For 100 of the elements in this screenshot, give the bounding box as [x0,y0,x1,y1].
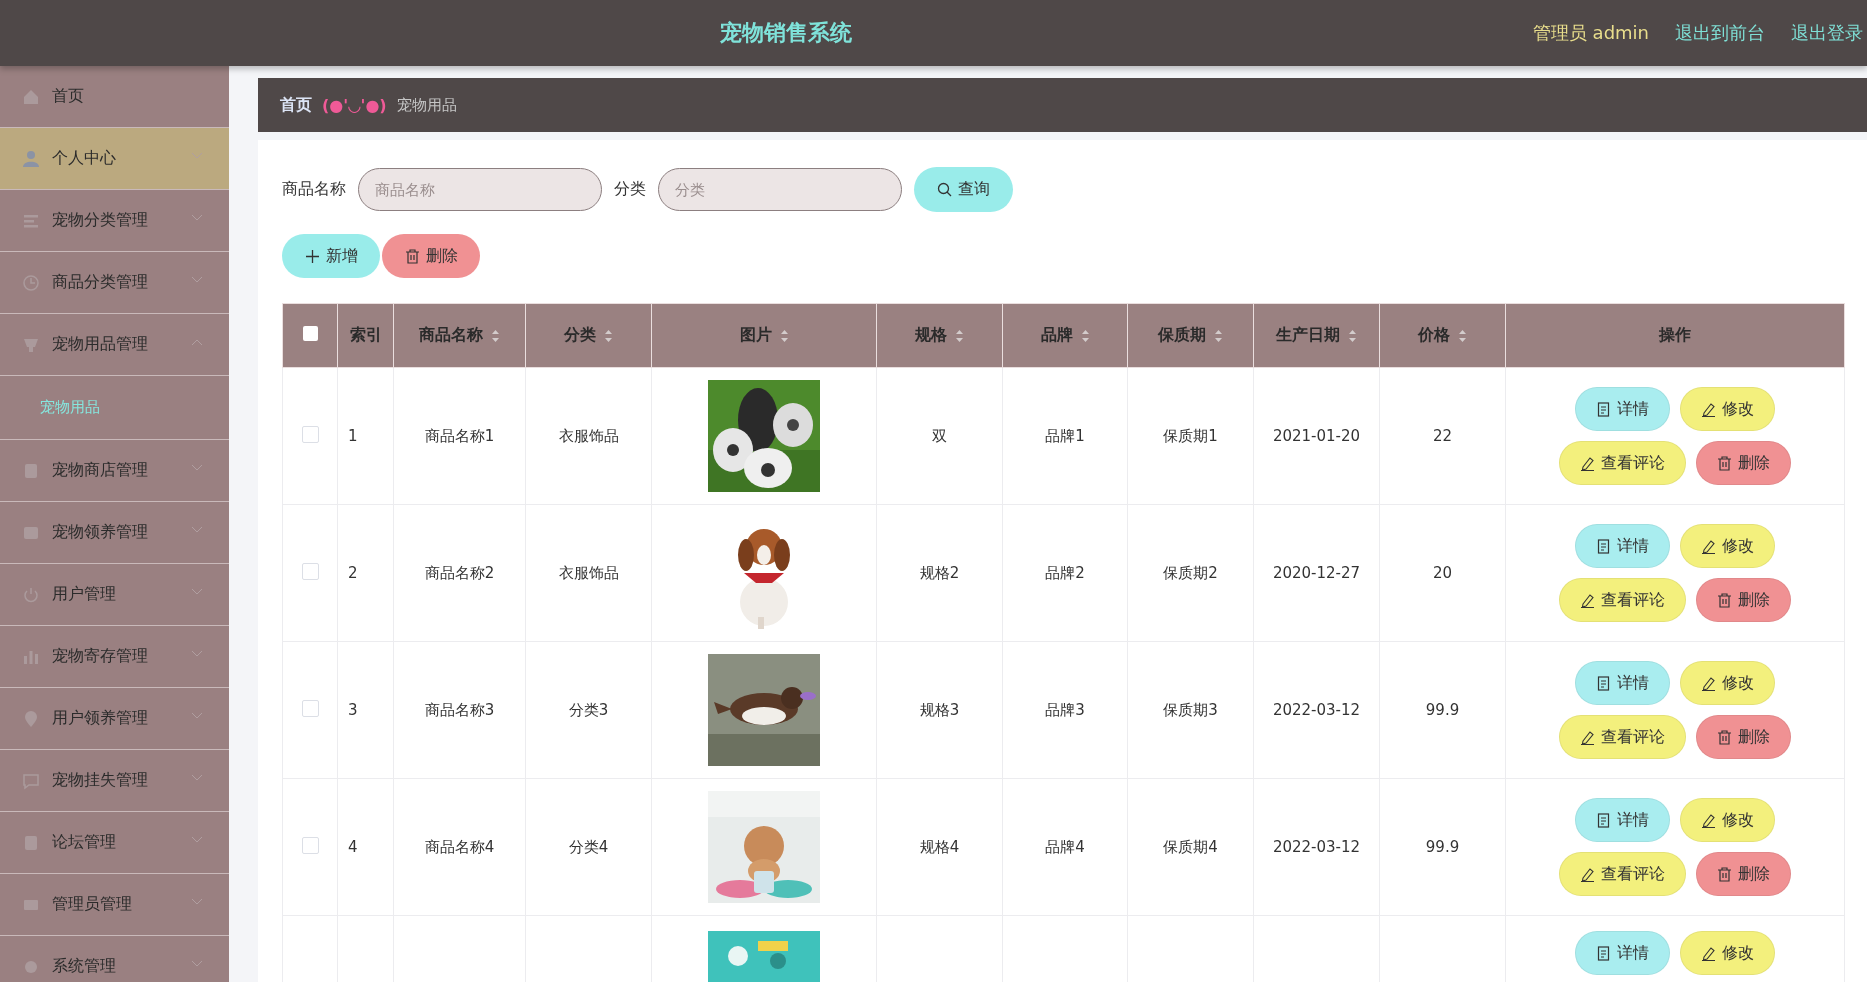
column-header[interactable]: 保质期 [1127,303,1254,368]
header-link[interactable]: 退出登录 [1791,21,1863,45]
table-cell: 商品名称4 [393,778,526,916]
column-header[interactable]: 价格 [1379,303,1506,368]
sort-icon [1348,327,1357,344]
sidebar-item[interactable]: 宠物领养管理 [0,502,229,564]
table-cell: 商品名称1 [393,367,526,505]
row-checkbox[interactable] [301,836,319,854]
row-checkbox[interactable] [301,562,319,580]
search-field[interactable]: 分类 [658,168,902,211]
table-cell: 22 [1379,367,1506,505]
search-button[interactable]: 查询 [914,167,1013,212]
field-label: 商品名称 [282,179,346,200]
header-link[interactable]: 退出到前台 [1675,21,1765,45]
sidebar-item[interactable]: 用户领养管理 [0,688,229,750]
field-label: 分类 [614,179,646,200]
sidebar-item[interactable]: 宠物商店管理 [0,440,229,502]
chevron-icon [191,898,203,906]
sidebar-item[interactable]: 首页 [0,66,229,128]
sidebar-label: 论坛管理 [52,832,116,853]
detail-button[interactable]: 详情 [1575,524,1670,568]
table-cell: 衣服饰品 [525,367,652,505]
table-cell: 2022-03-12 [1253,641,1380,779]
table-cell: 1 [337,367,394,505]
column-header[interactable]: 品牌 [1002,303,1128,368]
table-cell: 20 [1379,504,1506,642]
row-checkbox[interactable] [301,699,319,717]
select-all-checkbox[interactable] [302,326,318,341]
column-header[interactable]: 规格 [876,303,1003,368]
sidebar-item[interactable]: 宠物用品管理 [0,314,229,376]
comment-button[interactable]: 查看评论 [1559,852,1686,896]
detail-button[interactable]: 详情 [1575,798,1670,842]
table-cell: 分类4 [525,778,652,916]
edit-button[interactable]: 修改 [1680,661,1775,705]
column-header[interactable]: 分类 [525,303,652,368]
chevron-icon [191,836,203,844]
comment-button[interactable]: 查看评论 [1559,715,1686,759]
chevron-icon [191,650,203,658]
edit-button[interactable]: 修改 [1680,387,1775,431]
sidebar-label: 商品分类管理 [52,272,148,293]
search-field[interactable]: 商品名称 [358,168,602,211]
sidebar-item[interactable]: 个人中心 [0,128,229,190]
table-cell: 2022-03-12 [1253,778,1380,916]
column-header[interactable]: 商品名称 [393,303,526,368]
column-header: 操作 [1505,303,1845,368]
table-cell: 分类3 [525,641,652,779]
delete-button[interactable]: 删除 [1696,578,1791,622]
pencil-icon [1580,729,1595,745]
delete-button[interactable]: 删除 [1696,441,1791,485]
pencil-icon [1701,401,1716,417]
sidebar-item[interactable]: 宠物分类管理 [0,190,229,252]
sidebar-label: 宠物商店管理 [52,460,148,481]
sidebar-item[interactable]: 论坛管理 [0,812,229,874]
sidebar-label: 管理员管理 [52,894,132,915]
detail-button[interactable]: 详情 [1575,387,1670,431]
delete-button[interactable]: 删除 [382,234,480,278]
table-cell: 保质期4 [1127,778,1254,916]
delete-button[interactable]: 删除 [1696,715,1791,759]
table-cell: 99.9 [1379,778,1506,916]
breadcrumb-current: 宠物用品 [396,95,457,115]
table-cell: 商品名称3 [393,641,526,779]
power-icon [22,585,40,604]
table-cell: 保质期2 [1127,504,1254,642]
table-cell: 衣服饰品 [525,504,652,642]
edit-button[interactable]: 修改 [1680,524,1775,568]
sidebar-label: 宠物分类管理 [52,210,148,231]
comment-button[interactable]: 查看评论 [1559,441,1686,485]
chevron-icon [191,774,203,782]
sort-icon [1458,327,1467,344]
sidebar-item[interactable]: 管理员管理 [0,874,229,936]
table-cell: 品牌1 [1002,367,1128,505]
sidebar-item[interactable]: 系统管理 [0,936,229,982]
sort-icon [779,327,789,344]
row-checkbox[interactable] [301,425,319,443]
delete-button[interactable]: 删除 [1696,852,1791,896]
table-cell: 99.9 [1379,641,1506,779]
sidebar-label: 宠物挂失管理 [52,770,148,791]
pencil-icon [1580,866,1595,882]
column-header[interactable]: 生产日期 [1253,303,1380,368]
edit-button[interactable]: 修改 [1680,931,1775,975]
sidebar-item[interactable]: 宠物挂失管理 [0,750,229,812]
sidebar-item[interactable]: 用户管理 [0,564,229,626]
sort-icon [1080,327,1090,344]
detail-button[interactable]: 详情 [1575,661,1670,705]
home-icon [22,87,40,106]
comment-button[interactable]: 查看评论 [1559,578,1686,622]
detail-button[interactable]: 详情 [1575,931,1670,975]
breadcrumb-link[interactable]: 首页 [280,94,312,116]
chevron-icon [191,338,203,346]
sidebar-item[interactable]: 宠物寄存管理 [0,626,229,688]
sidebar-item[interactable]: 商品分类管理 [0,252,229,314]
add-button[interactable]: 新增 [282,234,380,278]
edit-button[interactable]: 修改 [1680,798,1775,842]
trash-icon [1717,729,1732,745]
table-cell: 4 [337,778,394,916]
pin-icon [22,709,40,728]
column-header[interactable]: 图片 [651,303,877,368]
table-cell: 规格3 [876,641,1003,779]
table-cell: 品牌3 [1002,641,1128,779]
table-cell: 2021-01-20 [1253,367,1380,505]
